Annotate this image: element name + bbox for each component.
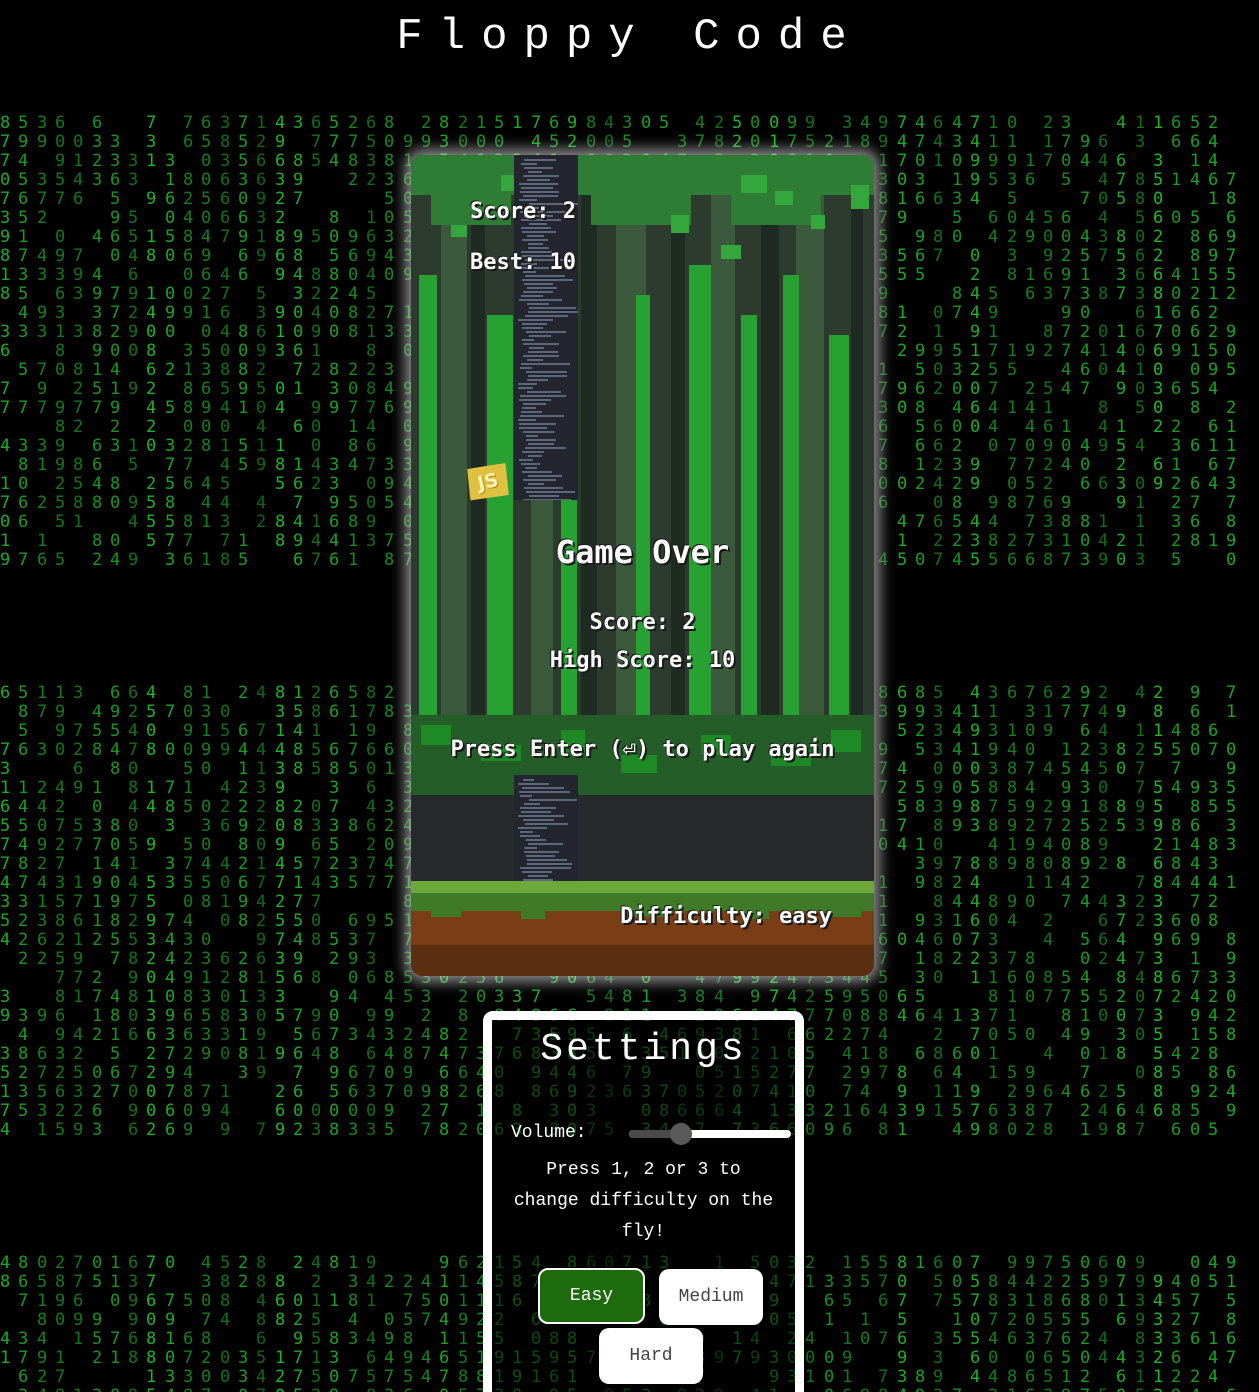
matrix-column: 1 6 4 9 1 6 9 2 4 4 0 7 5 7 7 7 6 7 3 0 …	[1025, 151, 1036, 1392]
matrix-column: 2 4 4 6 1 6 9 5 1 2 2 5 9 4 6 1 6 4 1 6 …	[1208, 113, 1219, 1387]
volume-slider-thumb[interactable]	[669, 1123, 692, 1145]
matrix-column: 5 6 1 4 5 8 8 1 2 6 6 1 0 5 8 6 6 7 6 8 …	[1190, 113, 1201, 1392]
matrix-column: 7 6 8 2 4 8 6 0 0 9 3 1 8 8 0 2 7 6 8 7 …	[183, 113, 194, 1392]
matrix-column: 6 6 1 0 4 0 6 0 9 6 2 3 1 2 2 3 2 5 4 5 …	[1171, 113, 1182, 1392]
hud-score: Score: 2	[470, 199, 576, 224]
matrix-column: 9 4 7 4 5 1 3 0 2 4 6 7 4 0 6 8 0 3 9 7 …	[1080, 132, 1091, 1392]
matrix-column: 7 4 7 0 1 9 5 5 1 2 2 9 0 0 4 1 5 6 9 5 …	[897, 113, 908, 1392]
settings-panel: Settings Volume: Press 1, 2 or 3 to chan…	[483, 1011, 804, 1392]
game-over-title: Game Over	[555, 533, 730, 571]
medium-button[interactable]: Medium	[659, 1269, 763, 1325]
restart-hint: Press Enter (⏎) to play again	[450, 737, 835, 762]
matrix-column: 7 4 9 9 4 0 2 4 4 9 1 2 0 6 0 9 9 4 3 5 …	[970, 113, 981, 1387]
matrix-column: 6 5 0 0 5 0 4 9 6 2 1 0 5 3 6 9 0 8 4 4 …	[201, 113, 212, 1392]
matrix-column: 7 5 5 3 0 6 9 6 6 8 0 8 9 1 5 5 1 5 2 6 …	[238, 113, 249, 1392]
matrix-column: 0 1 4 6 7 9 3 3 8 2 7 2 8 5 8 1 3 7 2 6 …	[73, 132, 84, 1392]
matrix-column: 1 3 5 0 6 2 2 6 8 1 7 6 0 3 0 2 6 9 2 8 …	[1153, 113, 1164, 1392]
matrix-column: 4 6 7 5 8 5 3 7 1 4 4 9 1 5 2 3 9 2 0 9 …	[1116, 113, 1127, 1392]
matrix-column: 6 4 1 6 8 7 0 1 9 0 2 6 6 2 4 0 6 2 7 5 …	[933, 113, 944, 1392]
volume-label: Volume:	[511, 1123, 587, 1143]
matrix-column: 6 4 4 0 4 3 7 8 0 1 0 8 4 9 6 1 4 9 2 4 …	[1098, 132, 1109, 1392]
matrix-column: 3 8 3 6 6 6 7 4 7 6 4 0 8 5 4 0 1 4 5 4 …	[220, 113, 231, 1387]
matrix-column: 9 9 1 3 8 7 5 3 5 9 8 7 1 7 3 6 7 8 0 6 …	[878, 113, 889, 1392]
difficulty-hint: Press 1, 2 or 3 to change difficulty on …	[513, 1160, 774, 1242]
easy-button[interactable]: Easy	[538, 1268, 645, 1324]
hard-button[interactable]: Hard	[599, 1328, 703, 1384]
matrix-column: 4 3 0 1 3 5 0 8 7 5 3 0 4 0 2 3 2 8 5 2 …	[952, 113, 963, 1392]
high-score: High Score: 10	[549, 648, 736, 673]
settings-title: Settings	[540, 1028, 747, 1071]
matrix-column: 3 1 6 0 5 0 0 9 0 2 5 3 7 5 8 5 7 3 7 0 …	[165, 151, 176, 1392]
matrix-column: 1 3 8 8 5 0 6 6 3 6 6 0 1 0 5 4 0 1 1 1 …	[1135, 113, 1146, 1392]
matrix-column: 5 7 4 8 0 5 8 2 0 0 8 3 9 3 3 9 6 4 6 6 …	[329, 113, 340, 1392]
matrix-column: 3 3 6 5 9 6 0 7 7 2 0 4 1 9 2 3 8 0 0 4 …	[110, 132, 121, 1392]
game-canvas[interactable]: JS Score: 2 Best: 10 Game Over Score: 2 …	[411, 155, 874, 976]
matrix-column: 6 0 9 5 7 0 9 3 6 3 1 8 0 9 8 9 9 2 5 5 …	[55, 113, 66, 1392]
code-pipe-bottom	[514, 775, 578, 881]
hud-best: Best: 10	[470, 250, 576, 275]
volume-slider[interactable]	[629, 1123, 791, 1145]
matrix-column: 3 9 3 7 2 4 3 9 3 7 9 7 3 1 2 1 6 1 7 3 …	[37, 113, 48, 1392]
difficulty-indicator: Difficulty: easy	[620, 904, 832, 929]
matrix-column: 2 1 7 5 0 9 6 3 8 2 5 1 6 9 2 2 6 3 3 8 …	[1043, 113, 1054, 1392]
matrix-column: 3 7 0 5 6 0 2 9 7 9 7 7 4 4 1 0 4 9 8 1 …	[1061, 113, 1072, 1392]
matrix-column: 7 8 6 9 7 5 2 9 0 5 2 1 1 7 3 7 8 9 0 7 …	[1226, 170, 1237, 1392]
page-title: Floppy Code	[396, 12, 863, 62]
matrix-column: 2 7 8 2 9 6 0 4 8 8 2 0 7 1 8 4 5 8 1 1 …	[348, 113, 359, 1387]
final-score: Score: 2	[589, 610, 696, 635]
matrix-column: 1 1 9 5 6 4 5 9 1 7 5 7 4 4 0 9 4 8 5 3 …	[988, 113, 999, 1392]
matrix-column: 6 3 2 3 4 4 9 3 8 9 1 5 7 6 6 4 8 8 2 4 …	[92, 113, 103, 1392]
code-lines	[518, 777, 577, 881]
matrix-column: 8 7 7 0 7 3 9 8 1 8 3 6 7 7 4 1 7 0 1 9 …	[0, 113, 11, 1368]
matrix-column: 6 5 3 2 1 6 9 4 5 2 1 8 2 8 7 4 6 7 0 0 …	[366, 113, 377, 1392]
matrix-column: 4 9 6 3 2 2 8 6 9 9 1 3 0 4 1 8 5 8 8 8 …	[275, 113, 286, 1392]
matrix-column: 7 3 1 9 1 8 1 4 0 8 6 2 4 2 0 2 5 5 5 4 …	[146, 113, 157, 1392]
matrix-column: 5 9 4 5 6 5 1 7 3 5 4 3 5 7 3 8 0 6 6 7 …	[18, 113, 29, 1392]
matrix-column: 4 7 0 3 6 9 6 5 9 5 6 8 5 6 1 2 7 0 8 9 …	[915, 113, 926, 1392]
matrix-column: 0 1 9 3 5 0 2 3 8 1 5 1 7 7 0 8 2 6 6 1 …	[1007, 113, 1018, 1392]
matrix-column: 3 3 5 5 4 6 9 2 9 0 9 1 5 9 4 9 6 2 4 7 …	[128, 151, 139, 1392]
matrix-column: 3 8 9 7 9 8 4 3 0 0 6 7 1 6 1 6 7 4 9 6 …	[293, 113, 304, 1392]
matrix-column: 1 2 6 6 9 3 1 9 5 3 6 9 2 5 0 4 1 9 4 2 …	[256, 113, 267, 1392]
volume-control: Volume:	[511, 1117, 791, 1147]
matrix-column: 8 0 8 3 5 0 3 4 0 7 3 3 4 6 3 9 5 7 8 2 …	[384, 113, 395, 1392]
matrix-column: 6 7 5 5 8 2 4 9 1 2 9 0 0 4 2 1 4 7 2 8 …	[311, 113, 322, 1392]
